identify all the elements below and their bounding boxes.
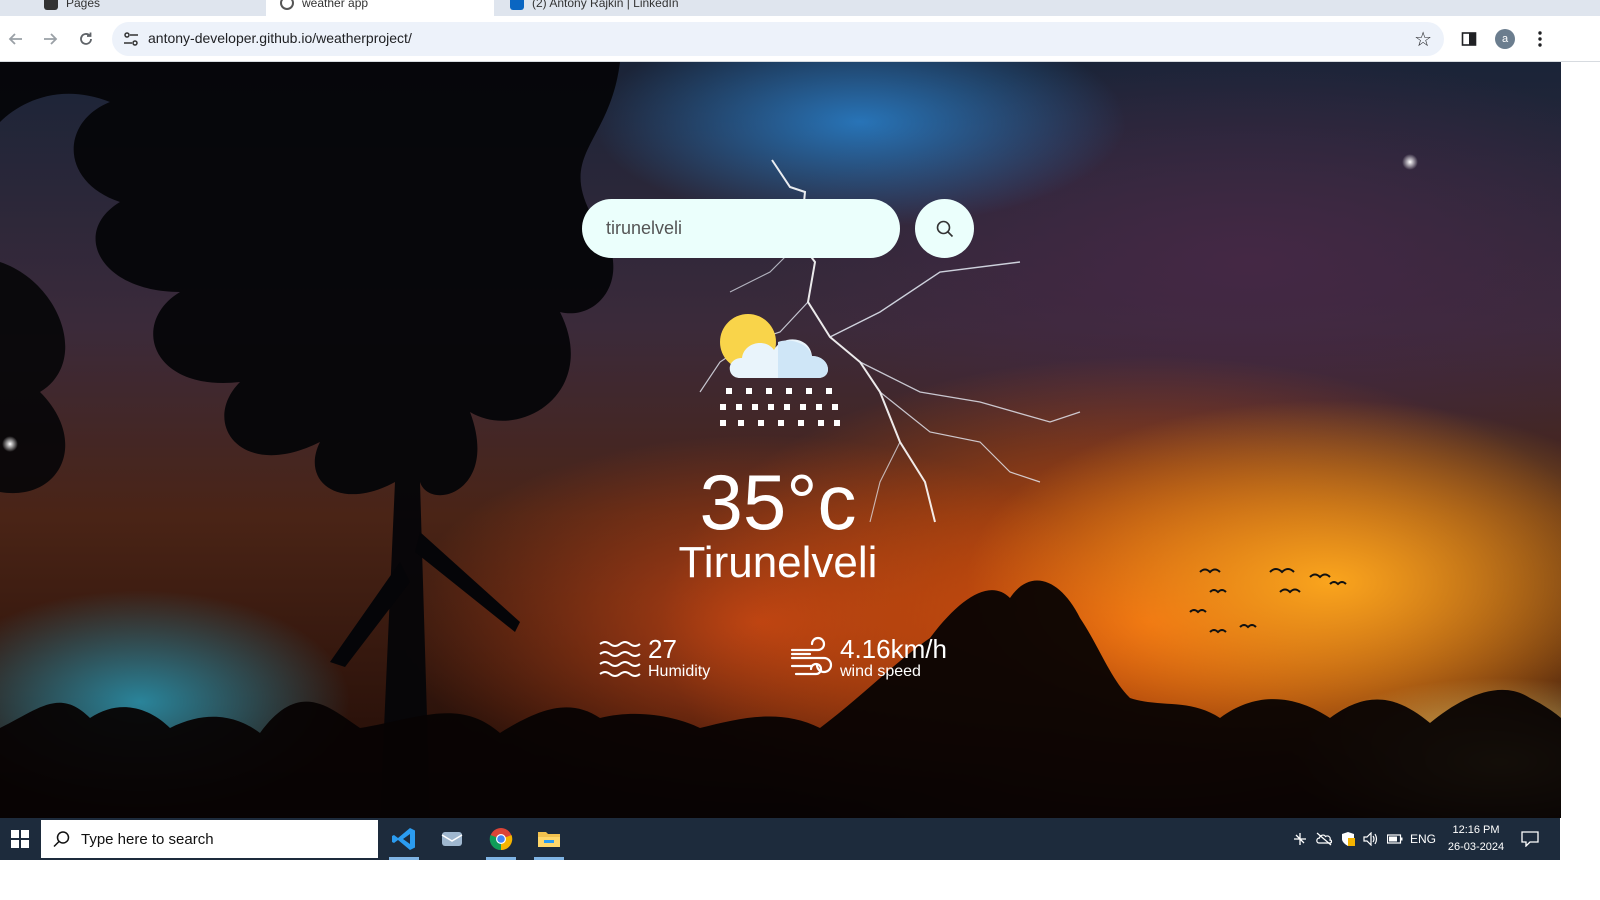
search-icon — [936, 220, 953, 237]
site-info-icon[interactable] — [122, 30, 140, 48]
taskbar-app-mail[interactable] — [429, 818, 475, 860]
taskbar: Type here to search ENG 12:16 PM 26-03-2… — [0, 818, 1560, 860]
volume-icon — [1363, 832, 1378, 846]
tab-strip: Pages weather app (2) Antony Rajkin | Li… — [0, 0, 1600, 16]
side-panel-icon — [1461, 32, 1477, 46]
city-name: Tirunelveli — [678, 538, 878, 587]
wind-block: 4.16km/h wind speed — [790, 630, 947, 686]
screen-bottom-margin — [0, 860, 1600, 900]
menu-button[interactable] — [1526, 25, 1554, 53]
taskbar-app-vscode[interactable] — [381, 818, 427, 860]
tray-volume-icon[interactable] — [1361, 818, 1381, 860]
tray-network-icon[interactable] — [1290, 818, 1310, 860]
github-icon — [44, 0, 58, 10]
lightning-background — [699, 159, 1081, 523]
arrow-left-icon — [8, 33, 22, 45]
star-sparkle — [2, 436, 18, 452]
url-text[interactable]: antony-developer.github.io/weatherprojec… — [148, 30, 412, 46]
kebab-menu-icon — [1538, 31, 1542, 47]
avatar: a — [1495, 29, 1515, 49]
weather-page: 35°c Tirunelveli 27 Humidity — [0, 62, 1561, 818]
notification-icon — [1521, 831, 1539, 847]
globe-icon — [280, 0, 294, 10]
birds-background — [1189, 568, 1347, 634]
tray-onedrive-icon[interactable] — [1314, 818, 1334, 860]
star-sparkle — [1402, 154, 1418, 170]
taskbar-app-file-explorer[interactable] — [526, 818, 572, 860]
wind-label: wind speed — [840, 663, 921, 680]
humidity-value: 27 — [648, 634, 677, 664]
linkedin-icon — [510, 0, 524, 10]
tab-pages[interactable]: Pages — [30, 0, 114, 16]
tray-security-icon[interactable] — [1338, 818, 1358, 860]
temperature: 35°c — [699, 458, 857, 546]
taskbar-search[interactable]: Type here to search — [41, 820, 378, 858]
tray-language[interactable]: ENG — [1408, 818, 1438, 860]
shield-warning-icon — [1342, 832, 1355, 846]
city-search-input[interactable] — [582, 199, 900, 258]
taskbar-search-placeholder: Type here to search — [81, 830, 214, 848]
clock-time: 12:16 PM — [1452, 824, 1500, 836]
search-bar — [582, 199, 982, 259]
arrow-right-icon — [44, 33, 58, 45]
page-right-margin — [1561, 62, 1600, 860]
vscode-icon — [392, 828, 415, 850]
tree-silhouette-background — [0, 62, 620, 818]
tab-label: (2) Antony Rajkin | LinkedIn — [532, 0, 679, 10]
windows-logo-icon — [11, 830, 29, 848]
tab-weather-app[interactable]: weather app — [266, 0, 494, 16]
browser-toolbar: antony-developer.github.io/weatherprojec… — [0, 16, 1600, 62]
back-button[interactable] — [3, 26, 29, 52]
bookmark-star-icon[interactable]: ☆ — [1414, 27, 1432, 52]
humidity-label: Humidity — [648, 663, 711, 680]
side-panel-button[interactable] — [1455, 25, 1483, 53]
sun-cloud-snow-icon — [720, 314, 840, 426]
humidity-block: 27 Humidity — [598, 630, 710, 686]
taskbar-clock[interactable]: 12:16 PM 26-03-2024 — [1440, 822, 1512, 856]
forward-button[interactable] — [37, 26, 63, 52]
search-icon — [53, 831, 70, 848]
chrome-icon — [489, 828, 513, 851]
address-bar[interactable]: antony-developer.github.io/weatherprojec… — [112, 22, 1444, 56]
network-icon — [1294, 833, 1306, 845]
mail-icon — [441, 832, 463, 846]
wind-icon — [790, 636, 833, 676]
file-explorer-icon — [538, 832, 560, 847]
reload-icon — [80, 32, 92, 45]
humidity-waves-icon — [599, 641, 641, 677]
tab-linkedin[interactable]: (2) Antony Rajkin | LinkedIn — [496, 0, 693, 16]
battery-icon — [1387, 834, 1403, 844]
tab-label: weather app — [302, 0, 369, 10]
search-button[interactable] — [915, 199, 974, 258]
clock-date: 26-03-2024 — [1447, 841, 1505, 853]
tab-label: Pages — [66, 0, 101, 10]
start-button[interactable] — [0, 818, 40, 860]
cloud-off-icon — [1316, 832, 1333, 846]
taskbar-app-chrome[interactable] — [478, 818, 524, 860]
profile-button[interactable]: a — [1491, 25, 1519, 53]
reload-button[interactable] — [73, 26, 99, 52]
tray-battery-icon[interactable] — [1385, 818, 1405, 860]
action-center-button[interactable] — [1518, 818, 1542, 860]
wind-value: 4.16km/h — [840, 634, 947, 664]
